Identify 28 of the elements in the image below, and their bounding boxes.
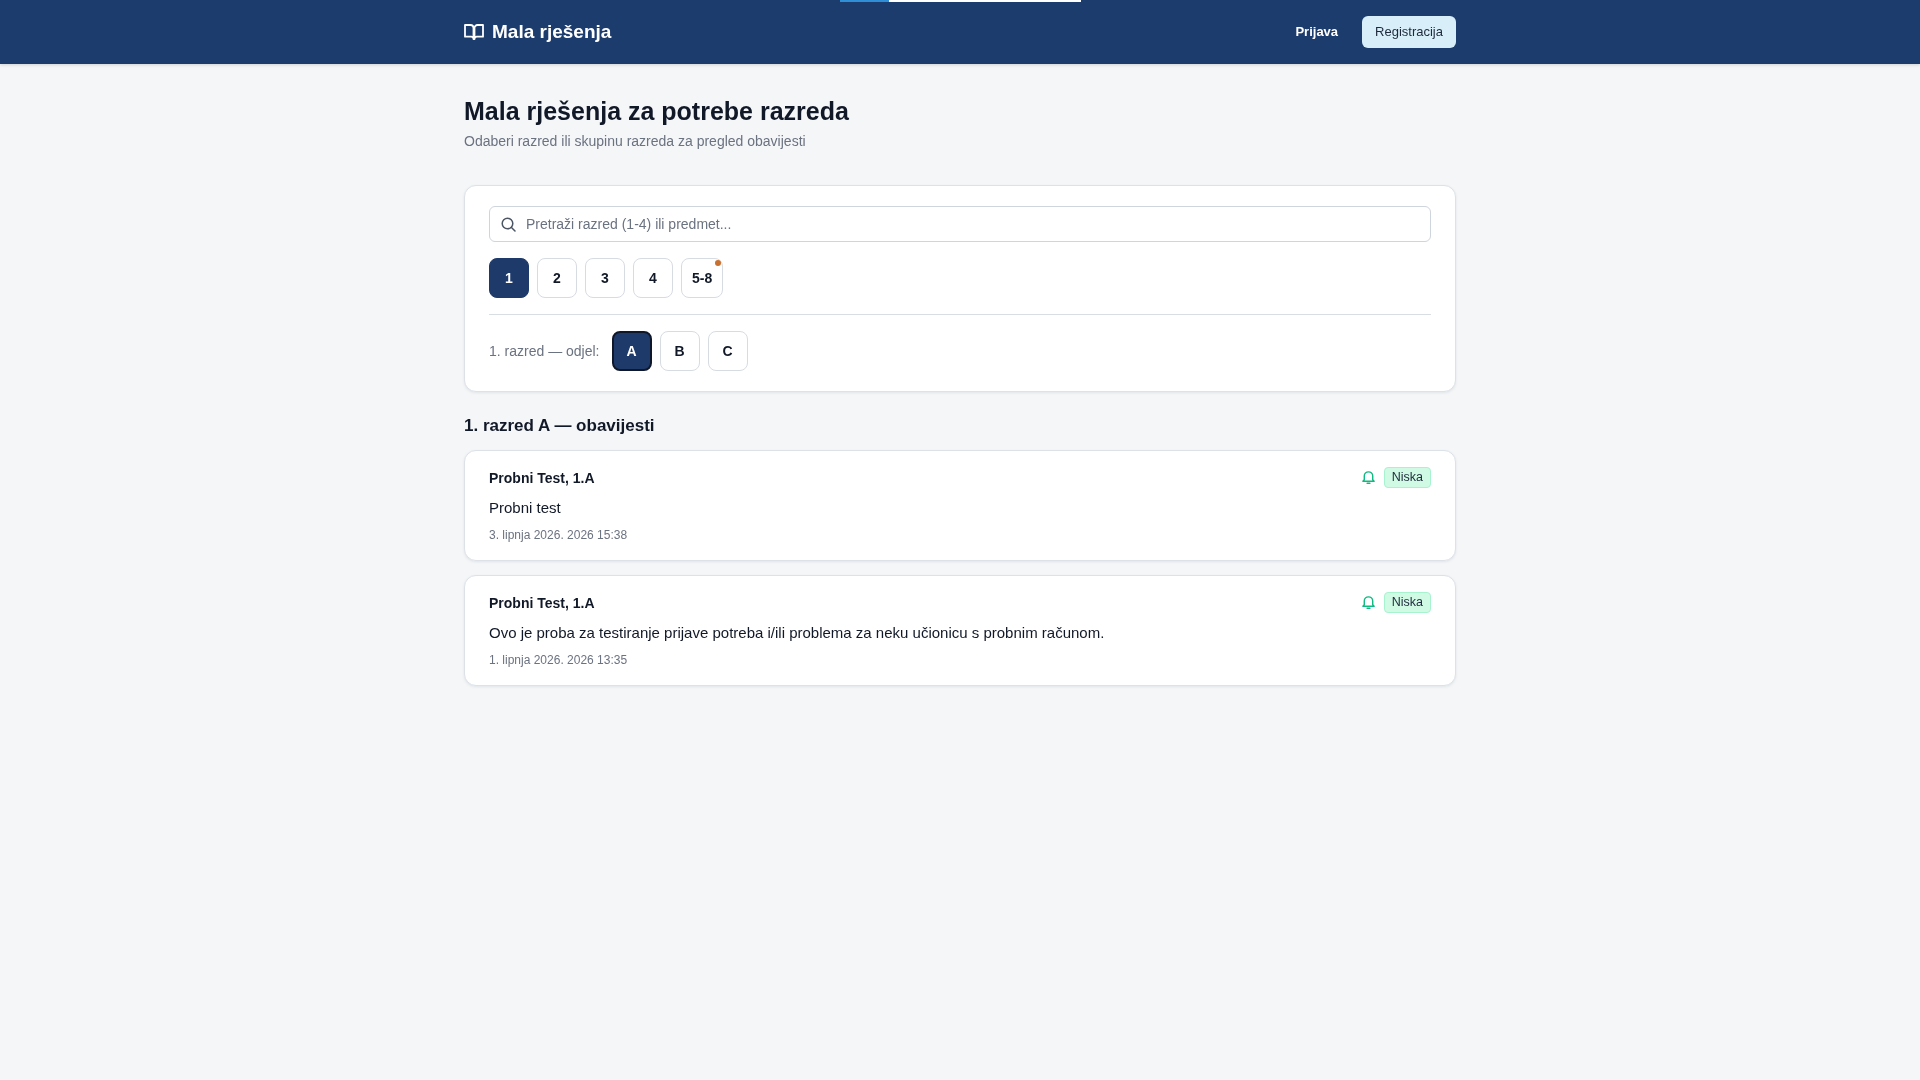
announcement-text: Probni test xyxy=(489,498,562,518)
grade-button[interactable]: 5-8 xyxy=(681,258,724,298)
register-button[interactable]: Registracija xyxy=(1362,16,1456,48)
bell-icon xyxy=(1360,595,1376,610)
page-subtitle: Odaberi razred ili skupinu razreda za pregled obavijesti xyxy=(464,132,807,151)
bell-icon xyxy=(1360,470,1376,485)
announcement-author: Probni Test, 1.A xyxy=(489,468,595,488)
section-heading: 1. razred A — obavijesti xyxy=(464,415,656,437)
priority-label: Niska xyxy=(1383,467,1431,488)
section-button[interactable]: A xyxy=(611,331,652,371)
section-button[interactable]: B xyxy=(659,331,700,371)
login-link[interactable]: Prijava xyxy=(1295,22,1339,42)
brand-name[interactable]: Mala rješenja xyxy=(492,17,612,47)
grade-button[interactable]: 2 xyxy=(537,258,577,298)
section-button[interactable]: C xyxy=(707,331,748,371)
grade-button[interactable]: 1 xyxy=(489,258,529,298)
grade-button[interactable]: 4 xyxy=(633,258,673,298)
priority-label: Niska xyxy=(1383,592,1431,613)
search-field[interactable]: Pretraži razred (1-4) ili predmet... xyxy=(489,206,1431,242)
announcement-date: 1. lipnja 2026. 2026 13:35 xyxy=(489,652,629,669)
section-label: 1. razred — odjel: xyxy=(489,341,600,361)
grade-button[interactable]: 3 xyxy=(585,258,625,298)
announcement-author: Probni Test, 1.A xyxy=(489,593,595,613)
open-book-icon xyxy=(464,23,484,41)
search-icon xyxy=(501,217,516,232)
announcement-text: Ovo je proba za testiranje prijave potreba i/ili problema za neku učionicu s probnim računom. xyxy=(489,623,1106,643)
announcement-date: 3. lipnja 2026. 2026 15:38 xyxy=(489,527,629,544)
page-title: Mala rješenja za potrebe razreda xyxy=(464,96,850,127)
